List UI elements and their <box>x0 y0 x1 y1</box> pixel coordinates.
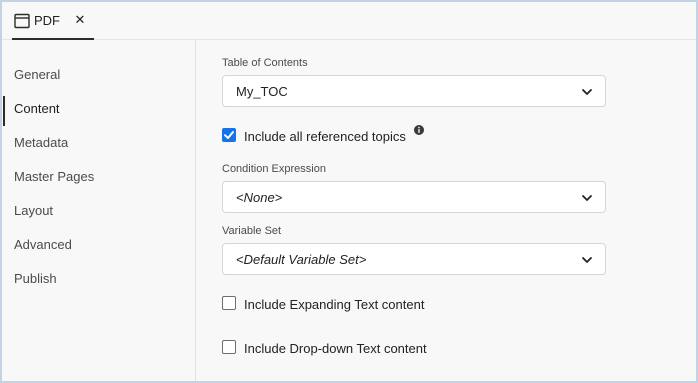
info-icon[interactable] <box>414 125 424 135</box>
chevron-down-icon <box>582 257 592 263</box>
include-topics-label[interactable]: Include all referenced topics <box>244 129 406 144</box>
sidebar-item-label: General <box>14 67 61 82</box>
sidebar-item-general[interactable]: General <box>2 60 196 90</box>
sidebar-item-label: Advanced <box>14 237 72 252</box>
checkmark-icon <box>224 131 234 139</box>
sidebar: General Content Metadata Master Pages La… <box>2 40 196 381</box>
variable-set-label: Variable Set <box>222 225 282 237</box>
sidebar-item-label: Layout <box>14 203 54 218</box>
dialog-frame: PDF ✕ General Content Metadata Master Pa… <box>2 2 696 381</box>
condition-value: <None> <box>236 190 283 205</box>
variable-set-value: <Default Variable Set> <box>236 252 367 267</box>
variable-set-select[interactable]: <Default Variable Set> <box>222 243 606 275</box>
sidebar-item-label: Master Pages <box>14 169 95 184</box>
expanding-text-checkbox[interactable] <box>222 296 236 310</box>
sidebar-item-advanced[interactable]: Advanced <box>2 230 196 260</box>
dropdown-text-checkbox[interactable] <box>222 340 236 354</box>
toc-value: My_TOC <box>236 84 288 99</box>
expanding-text-label[interactable]: Include Expanding Text content <box>244 297 424 312</box>
sidebar-item-master-pages[interactable]: Master Pages <box>2 162 196 192</box>
window-icon <box>14 13 30 29</box>
sidebar-item-label: Metadata <box>14 135 69 150</box>
tab-pdf[interactable]: PDF ✕ <box>12 2 94 40</box>
include-topics-checkbox[interactable] <box>222 128 236 142</box>
sidebar-item-label: Content <box>14 101 60 116</box>
condition-label: Condition Expression <box>222 163 326 175</box>
chevron-down-icon <box>582 89 592 95</box>
toc-select[interactable]: My_TOC <box>222 75 606 107</box>
sidebar-item-metadata[interactable]: Metadata <box>2 128 196 158</box>
condition-select[interactable]: <None> <box>222 181 606 213</box>
tab-label: PDF <box>34 13 60 28</box>
content-panel: Table of Contents My_TOC Include all ref… <box>197 40 696 381</box>
tab-bar: PDF ✕ <box>2 2 696 40</box>
sidebar-item-publish[interactable]: Publish <box>2 264 196 294</box>
sidebar-item-label: Publish <box>14 271 57 286</box>
dropdown-text-label[interactable]: Include Drop-down Text content <box>244 341 427 356</box>
sidebar-item-layout[interactable]: Layout <box>2 196 196 226</box>
close-icon[interactable]: ✕ <box>74 13 86 27</box>
toc-label: Table of Contents <box>222 57 308 69</box>
sidebar-item-content[interactable]: Content <box>2 94 196 126</box>
chevron-down-icon <box>582 195 592 201</box>
